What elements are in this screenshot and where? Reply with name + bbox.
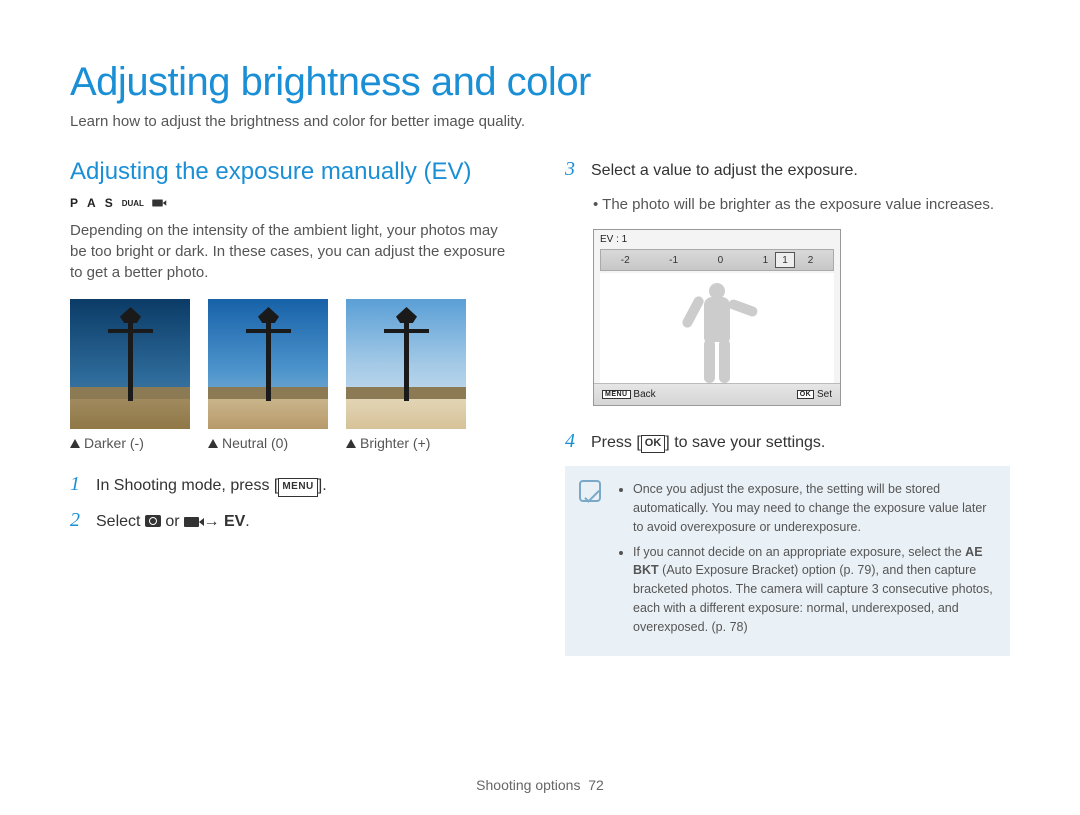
thumb-neutral-label: Neutral (0) bbox=[222, 435, 288, 451]
thumb-brighter: Brighter (+) bbox=[346, 299, 466, 451]
thumb-brighter-label: Brighter (+) bbox=[360, 435, 430, 451]
step1-text-b: ]. bbox=[318, 477, 327, 494]
ev-tick: 1 bbox=[763, 255, 769, 266]
ev-set-label: Set bbox=[817, 389, 832, 400]
step-number: 3 bbox=[565, 158, 581, 181]
step2-text-b: or bbox=[161, 513, 184, 530]
triangle-icon bbox=[208, 439, 218, 448]
ev-preview-image bbox=[600, 273, 834, 383]
ev-header: EV : 1 bbox=[594, 230, 840, 245]
step4-text-a: Press [ bbox=[591, 434, 641, 451]
menu-button-icon: MENU bbox=[602, 390, 631, 399]
note-icon bbox=[579, 480, 601, 502]
left-column: Adjusting the exposure manually (EV) P A… bbox=[70, 158, 515, 656]
ev-set: OK Set bbox=[797, 389, 832, 400]
footer-section: Shooting options bbox=[476, 777, 580, 793]
step2-text-d: . bbox=[245, 513, 249, 530]
ev-tick: 0 bbox=[718, 255, 724, 266]
thumb-neutral: Neutral (0) bbox=[208, 299, 328, 451]
ev-tick: 2 bbox=[808, 255, 814, 266]
ev-preview-screen: EV : 1 -2 -1 0 1 2 1 MEN bbox=[593, 229, 841, 406]
step3-sub: The photo will be brighter as the exposu… bbox=[593, 194, 1010, 215]
menu-button-label: MENU bbox=[278, 478, 317, 497]
thumb-darker-label: Darker (-) bbox=[84, 435, 144, 451]
ev-back: MENU Back bbox=[602, 389, 656, 400]
ok-button-label: OK bbox=[641, 435, 666, 453]
video-icon bbox=[184, 517, 199, 527]
triangle-icon bbox=[346, 439, 356, 448]
mode-icons: P A S DUAL bbox=[70, 196, 515, 210]
step2-text-a: Select bbox=[96, 513, 145, 530]
mode-p: P bbox=[70, 196, 81, 210]
page-title: Adjusting brightness and color bbox=[70, 60, 1010, 105]
step-2: 2 Select or → EV. bbox=[70, 509, 515, 533]
step-number: 4 bbox=[565, 430, 581, 453]
note2-b: (Auto Exposure Bracket) option (p. 79), … bbox=[633, 563, 993, 633]
ev-back-label: Back bbox=[633, 389, 655, 400]
ev-scale-bar: -2 -1 0 1 2 1 bbox=[600, 249, 834, 271]
triangle-icon bbox=[70, 439, 80, 448]
note-item-1: Once you adjust the exposure, the settin… bbox=[633, 480, 994, 536]
ok-button-icon: OK bbox=[797, 390, 815, 399]
step1-text-a: In Shooting mode, press [ bbox=[96, 477, 278, 494]
camera-icon bbox=[145, 515, 161, 527]
right-column: 3 Select a value to adjust the exposure.… bbox=[565, 158, 1010, 656]
thumb-darker: Darker (-) bbox=[70, 299, 190, 451]
section-body: Depending on the intensity of the ambien… bbox=[70, 220, 515, 283]
ev-selected: 1 bbox=[775, 252, 795, 268]
exposure-thumbnails: Darker (-) Neutral (0) Brighter (+) bbox=[70, 299, 515, 451]
mode-s: S bbox=[105, 196, 116, 210]
movie-icon bbox=[152, 200, 163, 207]
step-4: 4 Press [OK] to save your settings. bbox=[565, 430, 1010, 454]
note2-a: If you cannot decide on an appropriate e… bbox=[633, 545, 965, 559]
step2-ev: EV bbox=[224, 513, 245, 530]
step-1: 1 In Shooting mode, press [MENU]. bbox=[70, 473, 515, 497]
footer-page: 72 bbox=[588, 777, 604, 793]
step3-text: Select a value to adjust the exposure. bbox=[591, 159, 858, 182]
section-heading: Adjusting the exposure manually (EV) bbox=[70, 158, 515, 186]
mode-a: A bbox=[87, 196, 99, 210]
page-footer: Shooting options 72 bbox=[0, 777, 1080, 793]
step-3: 3 Select a value to adjust the exposure. bbox=[565, 158, 1010, 182]
step4-text-b: ] to save your settings. bbox=[665, 434, 825, 451]
step-number: 1 bbox=[70, 473, 86, 496]
ev-tick: -1 bbox=[669, 255, 678, 266]
note-box: Once you adjust the exposure, the settin… bbox=[565, 466, 1010, 656]
ev-tick: -2 bbox=[621, 255, 630, 266]
note-item-2: If you cannot decide on an appropriate e… bbox=[633, 543, 994, 637]
step-number: 2 bbox=[70, 509, 86, 532]
intro-text: Learn how to adjust the brightness and c… bbox=[70, 113, 1010, 130]
mode-dual: DUAL bbox=[122, 199, 144, 208]
person-silhouette-icon bbox=[682, 283, 752, 383]
